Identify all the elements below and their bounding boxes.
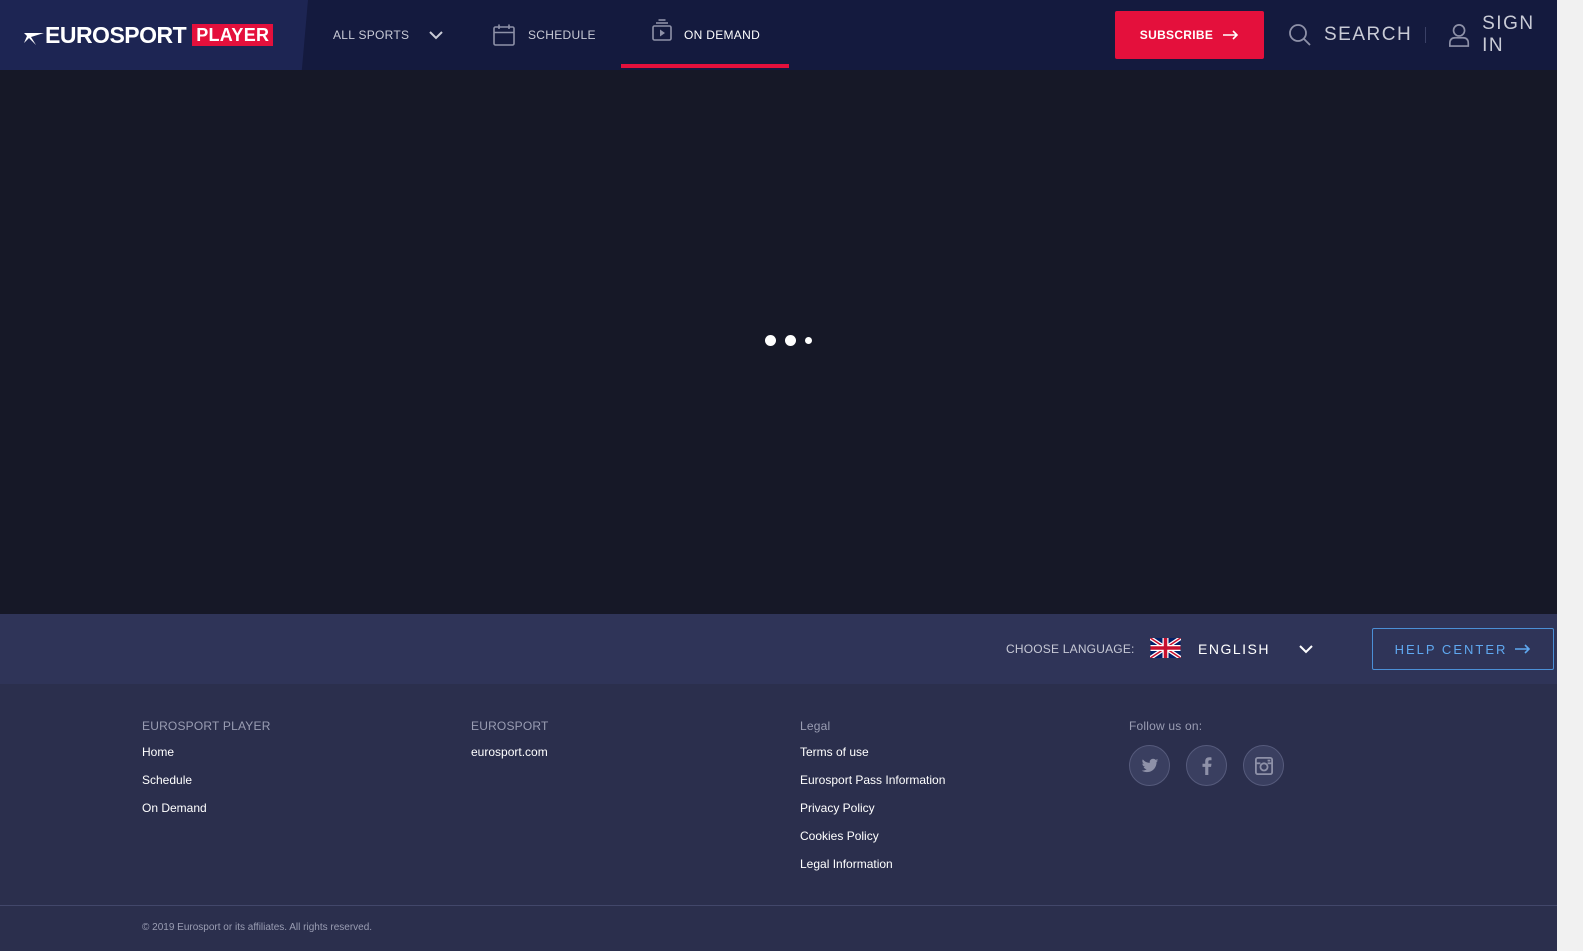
social-links <box>1129 745 1300 786</box>
nav-all-sports-label: ALL SPORTS <box>333 28 410 42</box>
search-label: SEARCH <box>1324 24 1413 45</box>
active-tab-indicator <box>621 64 789 68</box>
nav-on-demand-label: ON DEMAND <box>684 28 761 42</box>
arrow-right-icon <box>1515 644 1531 654</box>
calendar-icon <box>493 24 515 46</box>
search-button[interactable]: SEARCH <box>1288 0 1412 70</box>
footer-link-privacy[interactable]: Privacy Policy <box>800 801 945 816</box>
subscribe-button[interactable]: SUBSCRIBE <box>1115 11 1264 59</box>
loading-spinner <box>765 335 821 346</box>
footer-column-legal: Legal Terms of use Eurosport Pass Inform… <box>800 719 945 885</box>
footer-link-on-demand[interactable]: On Demand <box>142 801 271 816</box>
nav-schedule-label: SCHEDULE <box>528 28 596 42</box>
eurosport-player-logo[interactable]: EUROSPORT PLAYER <box>24 22 274 48</box>
logo-badge: PLAYER <box>192 24 274 46</box>
help-center-label: HELP CENTER <box>1394 641 1508 657</box>
footer-heading: Follow us on: <box>1129 719 1203 733</box>
footer-link-eurosport-com[interactable]: eurosport.com <box>471 745 549 760</box>
footer-column-eurosport: EUROSPORT eurosport.com <box>471 719 549 773</box>
footer: EUROSPORT PLAYER Home Schedule On Demand… <box>0 684 1557 951</box>
uk-flag-icon <box>1150 638 1181 658</box>
footer-column-eurosport-player: EUROSPORT PLAYER Home Schedule On Demand <box>142 719 271 829</box>
help-center-button[interactable]: HELP CENTER <box>1372 628 1554 670</box>
footer-heading: EUROSPORT PLAYER <box>142 719 271 733</box>
main-content <box>0 70 1557 614</box>
on-demand-play-icon <box>652 19 672 41</box>
header-divider <box>1425 27 1426 43</box>
choose-language-label: CHOOSE LANGUAGE: <box>1006 642 1135 656</box>
footer-link-home[interactable]: Home <box>142 745 271 760</box>
copyright-text: © 2019 Eurosport or its affiliates. All … <box>142 922 373 933</box>
footer-heading: Legal <box>800 719 831 733</box>
user-icon <box>1449 24 1470 47</box>
footer-divider <box>0 905 1557 906</box>
nav-all-sports[interactable]: ALL SPORTS <box>333 0 444 70</box>
footer-link-terms[interactable]: Terms of use <box>800 745 945 760</box>
footer-column-social: Follow us on: <box>1129 719 1300 786</box>
footer-heading: EUROSPORT <box>471 719 549 733</box>
search-icon <box>1289 24 1311 46</box>
footer-link-pass-info[interactable]: Eurosport Pass Information <box>800 773 945 788</box>
language-select-value: ENGLISH <box>1198 641 1270 657</box>
instagram-icon <box>1254 756 1273 775</box>
star-logo-icon <box>24 33 44 45</box>
twitter-icon <box>1141 758 1158 772</box>
footer-link-legal-info[interactable]: Legal Information <box>800 857 945 872</box>
page-scrollbar[interactable] <box>1557 0 1583 951</box>
logo-word: EUROSPORT <box>45 22 187 48</box>
facebook-icon <box>1202 756 1211 775</box>
language-select[interactable]: ENGLISH <box>1198 634 1313 664</box>
subscribe-label: SUBSCRIBE <box>1139 28 1214 42</box>
chevron-down-icon <box>429 31 444 40</box>
footer-link-cookies[interactable]: Cookies Policy <box>800 829 945 844</box>
loader-dot <box>785 335 796 346</box>
nav-schedule[interactable]: SCHEDULE <box>492 0 596 70</box>
sign-in-button[interactable]: SIGN IN <box>1448 0 1557 70</box>
facebook-button[interactable] <box>1186 745 1227 786</box>
sign-in-label: SIGN IN <box>1482 13 1535 56</box>
arrow-right-icon <box>1223 30 1239 40</box>
loader-dot <box>805 337 812 344</box>
chevron-down-icon <box>1299 645 1313 654</box>
footer-link-schedule[interactable]: Schedule <box>142 773 271 788</box>
loader-dot <box>765 335 776 346</box>
nav-on-demand[interactable]: ON DEMAND <box>652 0 760 70</box>
twitter-button[interactable] <box>1129 745 1170 786</box>
top-header: EUROSPORT PLAYER ALL SPORTS SCHEDULE ON … <box>0 0 1557 70</box>
instagram-button[interactable] <box>1243 745 1284 786</box>
language-bar: CHOOSE LANGUAGE: ENGLISH HELP CENTER <box>0 614 1557 684</box>
